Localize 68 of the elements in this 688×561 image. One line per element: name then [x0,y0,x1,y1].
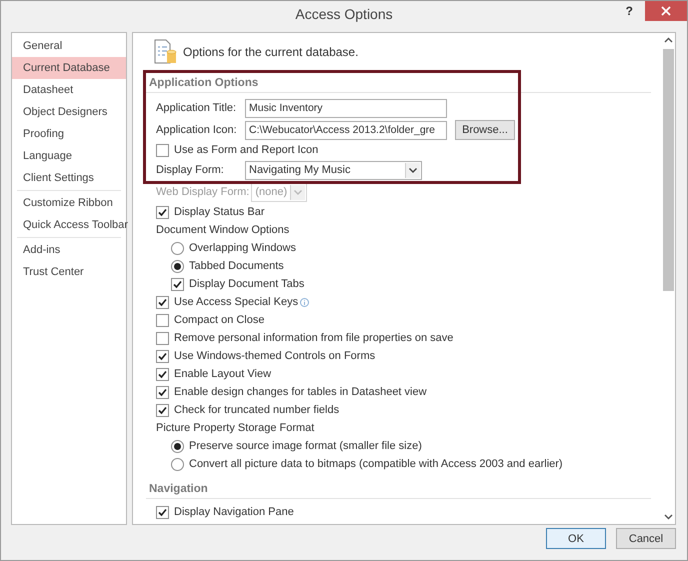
option-label: Enable Layout View [174,368,272,380]
checkmark-icon [158,208,167,216]
radio-button[interactable] [171,242,184,254]
scroll-down-icon[interactable] [664,514,672,520]
field-label: Display Form: [156,164,225,176]
sidebar-item[interactable]: Current Database [12,57,126,79]
sidebar-item[interactable]: Datasheet [12,79,126,101]
checkbox[interactable] [171,278,184,290]
checkbox[interactable] [156,404,169,416]
dialog-button[interactable]: Cancel [616,528,676,549]
radio-button[interactable] [171,458,184,470]
radio-button[interactable] [171,440,184,452]
section-title: Navigation [146,483,651,499]
checkbox[interactable] [156,296,169,308]
field-label: Application Icon: [156,124,238,136]
option-label: Display Status Bar [174,206,264,218]
sidebar-item[interactable]: Customize Ribbon [12,192,126,214]
scroll-thumb[interactable] [662,49,674,291]
sidebar-item[interactable]: General [12,35,126,57]
sidebar-item[interactable]: Language [12,145,126,167]
checkmark-icon [158,508,167,516]
browse-button[interactable]: Browse... [455,120,515,140]
help-button[interactable]: ? [626,4,633,18]
option-label: Overlapping Windows [189,242,296,254]
checkbox[interactable] [156,144,169,156]
option-label: Preserve source image format (smaller file size) [189,440,422,452]
sidebar-item[interactable]: Quick Access Toolbar [12,214,126,236]
title-field[interactable]: Music Inventory [245,98,447,118]
option-label: Enable design changes for tables in Datasheet view [174,386,427,398]
window-title: Access Options [295,6,393,22]
sidebar-item[interactable]: Proofing [12,123,126,145]
checkbox[interactable] [156,350,169,362]
checkbox[interactable] [156,386,169,398]
database-document-icon [153,39,179,65]
checkbox[interactable] [156,314,169,326]
option-label: Compact on Close [174,314,264,326]
sidebar-item[interactable]: Object Designers [12,101,126,123]
group-label: Picture Property Storage Format [156,421,316,436]
option-label: Use Windows-themed Controls on Forms [174,350,376,362]
option-label: Convert all picture data to bitmaps (compatible with Access 2003 and earlier) [189,458,563,470]
sidebar-item[interactable]: Client Settings [12,167,126,189]
option-label: Display Document Tabs [189,278,304,290]
checkbox[interactable] [156,332,169,344]
group-label: Document Window Options [156,223,290,238]
sidebar-item[interactable]: Add-ins [12,239,126,261]
sidebar-item[interactable]: Trust Center [12,261,126,283]
radio-button[interactable] [171,260,184,272]
field-label: Web Display Form: [156,186,250,198]
icon-path-field[interactable]: C:\Webucator\Access 2013.2\folder_gre [245,120,447,140]
option-label: Use as Form and Report Icon [174,144,318,156]
option-label: Check for truncated number fields [174,404,340,416]
form-dropdown[interactable]: Navigating My Music [245,160,422,180]
section-title: Application Options [146,77,651,93]
close-button[interactable] [645,1,687,21]
checkbox[interactable] [156,368,169,380]
caret-icon [409,168,417,172]
header-text: Options for the current database. [183,45,358,59]
close-icon [661,6,671,16]
option-label: Remove personal information from file properties on save [174,332,454,344]
checkbox[interactable] [156,506,169,518]
checkbox[interactable] [156,206,169,218]
option-label: Tabbed Documents [189,260,284,272]
dialog-button[interactable]: OK [546,528,606,549]
option-label: Display Navigation Pane [174,506,294,518]
scroll-up-icon[interactable] [664,37,672,43]
option-label: Use Access Special Keys [174,296,298,308]
field-label: Application Title: [156,102,238,114]
caret-icon [294,190,302,194]
